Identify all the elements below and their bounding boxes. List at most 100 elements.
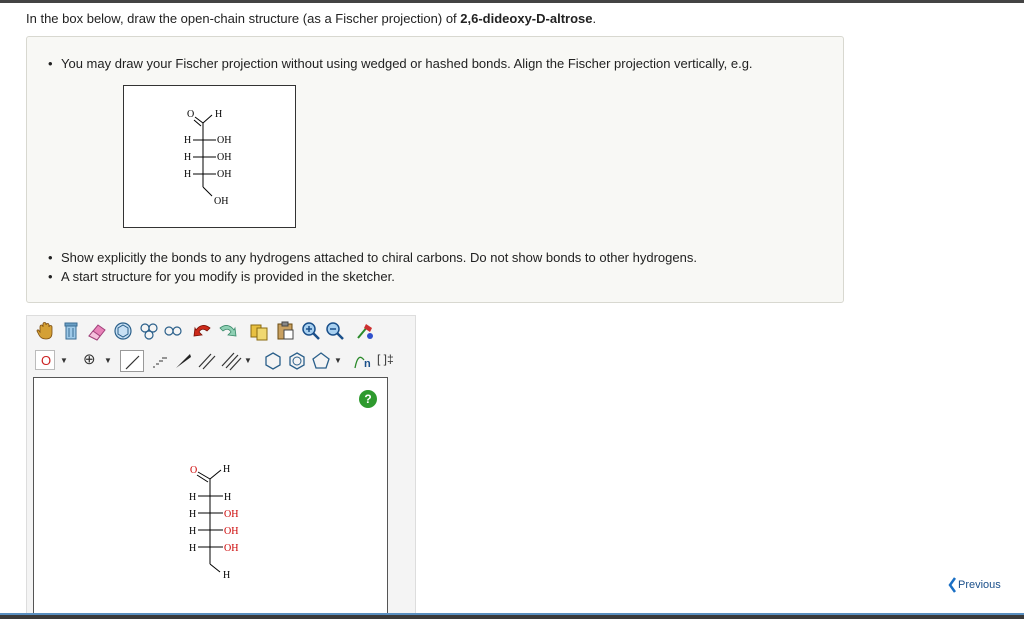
copy-button[interactable] <box>248 320 270 342</box>
start-terminal-bond <box>209 563 221 573</box>
erase-all-button[interactable] <box>60 320 82 342</box>
zoom-in-button[interactable] <box>300 320 322 342</box>
help-icon: ? <box>364 392 372 406</box>
bracket-button[interactable]: [ ]‡ <box>376 350 406 372</box>
undo-button[interactable] <box>192 320 214 342</box>
hand-tool-button[interactable] <box>34 320 56 342</box>
sketcher-canvas[interactable]: O H H H H OH H OH H OH H <box>33 377 388 615</box>
charge-dropdown-icon[interactable]: ▼ <box>104 356 112 365</box>
clean-icon <box>357 324 373 339</box>
instruction-bullet-2: • Show explicitly the bonds to any hydrog… <box>48 250 697 265</box>
benzene-icon <box>289 352 305 370</box>
wedge-bond-icon <box>176 354 191 368</box>
previous-label: Previous <box>958 578 1001 591</box>
question-prefix: In the box below, draw the open-chain st… <box>26 11 461 26</box>
start-top-oxygen: O <box>190 465 197 476</box>
bottom-border <box>0 613 1024 619</box>
example-row1-right: OH <box>217 135 231 146</box>
example-bottom-group: OH <box>214 196 228 207</box>
start-ch-bond <box>209 469 222 480</box>
start-co-bond <box>197 471 211 480</box>
start-row2-left: H <box>189 509 196 520</box>
copy-icon <box>250 324 268 341</box>
start-row3-right: OH <box>224 526 238 537</box>
example-row3-left: H <box>184 169 191 180</box>
templates-button[interactable] <box>138 320 160 342</box>
example-structure-drawing: O H H OH H OH H OH OH <box>184 109 231 207</box>
charge-button[interactable]: ⊕ <box>80 350 100 370</box>
example-row2-right: OH <box>217 152 231 163</box>
help-button[interactable]: ? <box>359 390 377 408</box>
trash-icon <box>64 322 78 340</box>
single-bond-button[interactable] <box>120 350 144 372</box>
example-row2-left: H <box>184 152 191 163</box>
hand-icon <box>36 322 53 340</box>
question-text: In the box below, draw the open-chain st… <box>26 11 596 26</box>
start-row1-right: H <box>224 492 231 503</box>
ring-template-icon <box>114 322 132 340</box>
ring-template-button[interactable] <box>112 320 134 342</box>
start-row1-left: H <box>189 492 196 503</box>
question-suffix: . <box>592 11 597 26</box>
hexagon-icon <box>265 352 281 370</box>
cyclohexane-button[interactable] <box>262 350 284 372</box>
charge-icon: ⊕ <box>83 351 96 368</box>
hashed-bond-button[interactable] <box>148 350 170 372</box>
benzene-button[interactable] <box>286 350 308 372</box>
clean-structure-button[interactable] <box>354 320 376 342</box>
previous-link[interactable]: Previous <box>948 577 1001 593</box>
start-row3-left: H <box>189 526 196 537</box>
start-row4-left: H <box>189 543 196 554</box>
paste-button[interactable] <box>274 320 296 342</box>
start-top-hydrogen: H <box>223 464 230 475</box>
example-fischer-projection: O H H OH H OH H OH OH <box>123 85 296 228</box>
example-row1-left: H <box>184 135 191 146</box>
sgroup-button[interactable]: n <box>352 350 374 372</box>
redo-icon <box>219 325 237 337</box>
zoom-in-icon <box>302 322 320 340</box>
bullet-dot: • <box>48 250 53 265</box>
example-ch-bond <box>202 114 213 124</box>
single-bond-icon <box>125 355 140 370</box>
element-dropdown-icon[interactable]: ▼ <box>60 356 68 365</box>
eraser-button[interactable] <box>86 320 108 342</box>
zoom-out-button[interactable] <box>324 320 346 342</box>
start-co-double-bond <box>196 474 209 483</box>
instruction-bullet-3: • A start structure for you modify is pro… <box>48 269 395 284</box>
chain-button[interactable] <box>162 320 184 342</box>
hashed-bond-icon <box>153 357 167 368</box>
bracket-icon: [ ]‡ <box>377 352 394 366</box>
bond-dropdown-icon[interactable]: ▼ <box>244 356 252 365</box>
chain-icon <box>164 326 182 336</box>
sgroup-label: n <box>364 358 371 370</box>
bullet-dot: • <box>48 269 53 284</box>
element-selector[interactable]: O <box>35 350 55 370</box>
example-top-oxygen: O <box>187 109 194 120</box>
double-bond-icon <box>198 353 216 370</box>
templates-icon <box>140 323 158 340</box>
ring-dropdown-icon[interactable]: ▼ <box>334 356 342 365</box>
compound-name: 2,6-dideoxy-D-altrose <box>460 11 593 26</box>
triple-bond-icon <box>221 352 242 371</box>
pentagon-icon <box>312 352 330 369</box>
wedge-bond-button[interactable] <box>172 350 194 372</box>
cyclopentane-button[interactable] <box>310 350 332 372</box>
undo-icon <box>193 325 211 337</box>
zoom-out-icon <box>326 322 344 340</box>
selected-element-label: O <box>41 353 52 368</box>
triple-bond-button[interactable] <box>220 350 242 372</box>
redo-button[interactable] <box>216 320 238 342</box>
chevron-left-icon <box>948 577 956 593</box>
instruction-text-2: Show explicitly the bonds to any hydroge… <box>61 250 697 265</box>
top-border <box>0 0 1024 3</box>
start-row4-right: OH <box>224 543 238 554</box>
start-structure-drawing: O H H H H OH H OH H OH H <box>189 464 238 581</box>
double-bond-button[interactable] <box>196 350 218 372</box>
example-row3-right: OH <box>217 169 231 180</box>
example-terminal-bond <box>202 186 213 197</box>
start-bottom-group: H <box>223 570 230 581</box>
instruction-text-1: You may draw your Fischer projection wit… <box>61 56 753 71</box>
instruction-bullet-1: • You may draw your Fischer projection wi… <box>48 56 753 71</box>
instruction-text-3: A start structure for you modify is prov… <box>61 269 395 284</box>
start-row2-right: OH <box>224 509 238 520</box>
